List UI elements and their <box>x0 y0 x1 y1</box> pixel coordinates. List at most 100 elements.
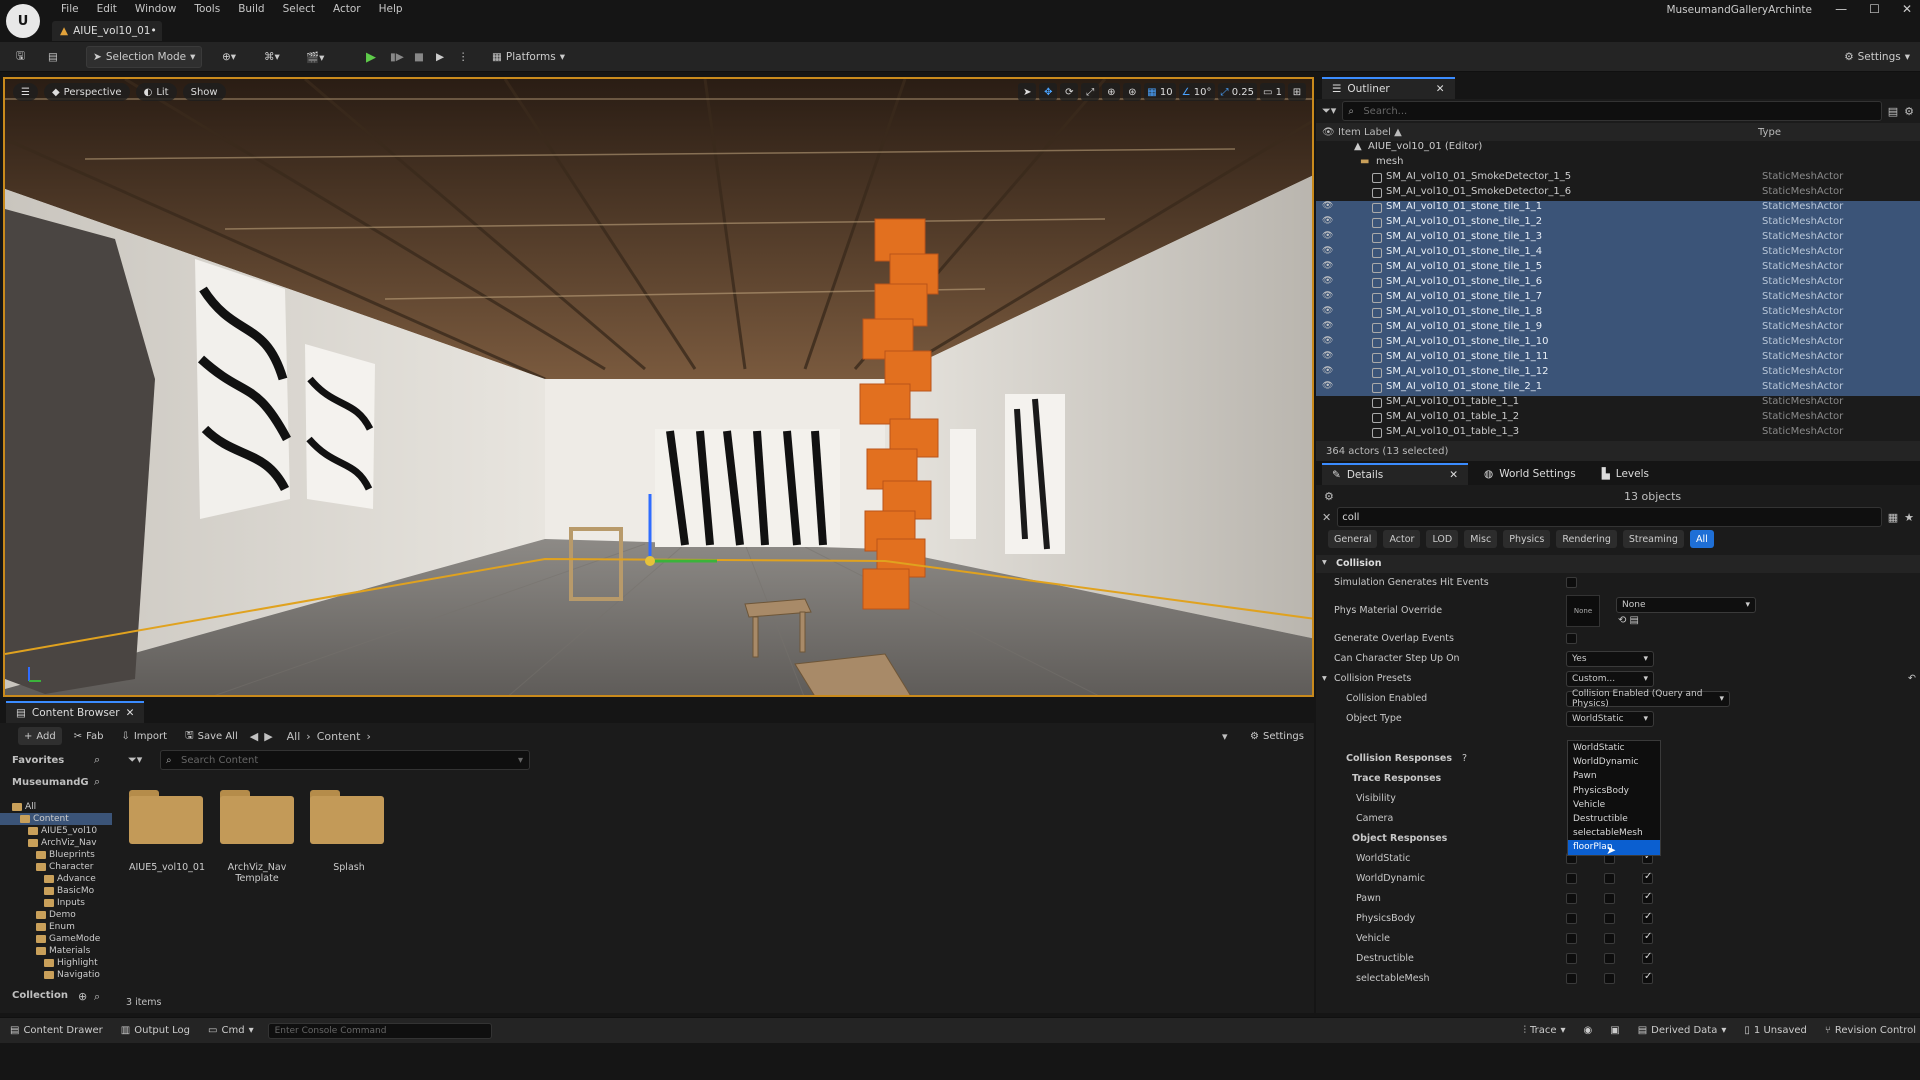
output-log-button[interactable]: ▥ Output Log <box>117 1021 194 1041</box>
dropdown-option[interactable]: WorldStatic <box>1568 741 1660 755</box>
object-type-combo[interactable]: WorldStatic ▾ <box>1566 711 1654 727</box>
project-label[interactable]: MuseumandG <box>12 777 89 788</box>
ignore-checkbox[interactable] <box>1566 953 1577 964</box>
phys-material-thumbnail[interactable]: None <box>1566 595 1600 627</box>
overlap-checkbox[interactable] <box>1566 633 1577 644</box>
chevron-down-icon[interactable]: ▾ <box>1322 673 1327 684</box>
category-rendering[interactable]: Rendering <box>1556 530 1617 548</box>
menu-edit[interactable]: Edit <box>88 3 126 15</box>
selection-mode-button[interactable]: ➤ Selection Mode ▾ <box>86 46 203 68</box>
phys-material-combo[interactable]: None ▾ <box>1616 597 1756 613</box>
reset-icon[interactable]: ↶ <box>1908 673 1916 684</box>
tab-world-settings[interactable]: ◍ World Settings <box>1474 468 1586 480</box>
add-actor-icon[interactable]: ⊕▾ <box>216 46 242 68</box>
category-misc[interactable]: Misc <box>1464 530 1498 548</box>
add-folder-icon[interactable]: ▤ <box>1888 105 1898 118</box>
trace-button[interactable]: ⫶ Trace ▾ <box>1519 1021 1569 1041</box>
outliner-root-row[interactable]: ▲ AIUE_vol10_01 (Editor) <box>1316 141 1920 156</box>
add-button[interactable]: + Add <box>18 727 62 745</box>
menu-build[interactable]: Build <box>229 3 273 15</box>
search-icon[interactable]: ⌕ <box>94 775 100 789</box>
outliner-row[interactable]: 👁 SM_AI_vol10_01_stone_tile_1_6 StaticMesh… <box>1316 276 1920 291</box>
eye-icon[interactable]: 👁 <box>1322 261 1333 271</box>
derived-data-button[interactable]: ▤ Derived Data ▾ <box>1634 1021 1731 1041</box>
category-physics[interactable]: Physics <box>1503 530 1551 548</box>
outliner-row[interactable]: 👁 SM_AI_vol10_01_stone_tile_1_9 StaticMesh… <box>1316 321 1920 336</box>
step-icon[interactable]: ▮▶ <box>384 46 410 68</box>
import-button[interactable]: ⇩ Import <box>115 727 173 745</box>
visibility-column-icon[interactable]: 👁 <box>1322 127 1335 138</box>
eye-icon[interactable]: 👁 <box>1322 381 1333 391</box>
browse-asset-icon[interactable]: ⟲ ▤ <box>1618 615 1639 626</box>
tab-details[interactable]: ✎ Details ✕ <box>1322 463 1469 485</box>
overlap-checkbox[interactable] <box>1604 933 1615 944</box>
tab-levels[interactable]: ▙ Levels <box>1592 468 1659 480</box>
eye-icon[interactable]: 👁 <box>1322 291 1333 301</box>
asset-folder[interactable] <box>220 788 294 844</box>
settings-button[interactable]: ⚙ Settings ▾ <box>1838 46 1916 68</box>
dropdown-option[interactable]: WorldDynamic <box>1568 755 1660 769</box>
folder-tree-item[interactable]: Blueprints <box>0 849 112 861</box>
type-column[interactable]: Type <box>1758 127 1781 138</box>
category-lod[interactable]: LOD <box>1426 530 1459 548</box>
outliner-row[interactable]: 👁 SM_AI_vol10_01_stone_tile_1_3 StaticMesh… <box>1316 231 1920 246</box>
menu-window[interactable]: Window <box>126 3 185 15</box>
show-button[interactable]: Show <box>182 83 226 101</box>
eye-icon[interactable]: 👁 <box>1322 276 1333 286</box>
folder-tree-item[interactable]: Enum <box>0 921 112 933</box>
overlap-checkbox[interactable] <box>1604 893 1615 904</box>
level-viewport[interactable]: ☰ ◆ Perspective ◐ Lit Show ➤ ✥ ⟳ ⤢ ⊕ ⊛ ▦ 1… <box>3 77 1314 697</box>
outliner-folder-row[interactable]: ▬ mesh <box>1316 156 1920 171</box>
help-icon[interactable]: ? <box>1462 753 1467 764</box>
blueprint-icon[interactable]: ⌘▾ <box>258 46 286 68</box>
block-checkbox[interactable] <box>1642 951 1653 964</box>
outliner-row[interactable]: SM_AI_vol10_01_table_1_3 StaticMeshActor <box>1316 426 1920 441</box>
scale-tool-icon[interactable]: ⤢ <box>1081 83 1100 101</box>
favorites-label[interactable]: Favorites <box>12 755 64 766</box>
overlap-checkbox[interactable] <box>1604 873 1615 884</box>
platforms-button[interactable]: ▦ Platforms ▾ <box>486 46 571 68</box>
collision-enabled-combo[interactable]: Collision Enabled (Query and Physics) ▾ <box>1566 689 1730 709</box>
revision-control-button[interactable]: ⑂ Revision Control <box>1821 1021 1920 1041</box>
eye-icon[interactable]: 👁 <box>1322 321 1333 331</box>
level-document-tab[interactable]: ▲ AIUE_vol10_01• <box>52 21 162 41</box>
rotate-tool-icon[interactable]: ⟳ <box>1060 83 1079 101</box>
dropdown-option[interactable]: Vehicle <box>1568 798 1660 812</box>
block-checkbox[interactable] <box>1642 891 1653 904</box>
lit-button[interactable]: ◐ Lit <box>135 83 177 101</box>
viewport-menu-button[interactable]: ☰ <box>13 83 38 101</box>
record-icon[interactable]: ◉ <box>1580 1021 1597 1041</box>
maximize-icon[interactable]: ☐ <box>1869 2 1880 16</box>
chevron-down-icon[interactable]: ▾ <box>1222 730 1228 743</box>
folder-tree-item[interactable]: Materials <box>0 945 112 957</box>
sim-hit-checkbox[interactable] <box>1566 577 1577 588</box>
unsaved-button[interactable]: ▯ 1 Unsaved <box>1740 1021 1810 1041</box>
history-icon[interactable]: ◀ <box>250 730 258 743</box>
eye-icon[interactable]: 👁 <box>1322 216 1333 226</box>
outliner-row[interactable]: 👁 SM_AI_vol10_01_stone_tile_2_1 StaticMesh… <box>1316 381 1920 396</box>
eye-icon[interactable]: 👁 <box>1322 231 1333 241</box>
outliner-row[interactable]: SM_AI_vol10_01_SmokeDetector_1_5 StaticMe… <box>1316 171 1920 186</box>
world-space-icon[interactable]: ⊕ <box>1102 83 1121 101</box>
unreal-logo-icon[interactable]: U <box>6 4 40 38</box>
folder-tree-item[interactable]: BasicMo <box>0 885 112 897</box>
outliner-row[interactable]: 👁 SM_AI_vol10_01_stone_tile_1_10 StaticMes… <box>1316 336 1920 351</box>
eye-icon[interactable]: 👁 <box>1322 351 1333 361</box>
outliner-search-input[interactable]: ⌕ Search... <box>1342 101 1882 121</box>
tab-outliner[interactable]: ☰ Outliner ✕ <box>1322 77 1455 99</box>
overlap-checkbox[interactable] <box>1604 953 1615 964</box>
category-general[interactable]: General <box>1328 530 1378 548</box>
menu-actor[interactable]: Actor <box>324 3 370 15</box>
outliner-row[interactable]: SM_AI_vol10_01_table_1_2 StaticMeshActor <box>1316 411 1920 426</box>
asset-folder[interactable] <box>129 788 203 844</box>
eye-icon[interactable]: 👁 <box>1322 366 1333 376</box>
folder-tree-item[interactable]: Inputs <box>0 897 112 909</box>
folder-tree-item[interactable]: Navigatio <box>0 969 112 981</box>
breadcrumb-all[interactable]: All <box>287 730 301 743</box>
outliner-row[interactable]: 👁 SM_AI_vol10_01_stone_tile_1_7 StaticMesh… <box>1316 291 1920 306</box>
overlap-checkbox[interactable] <box>1604 973 1615 984</box>
outliner-row[interactable]: SM_AI_vol10_01_SmokeDetector_1_6 StaticMe… <box>1316 186 1920 201</box>
scale-snap-button[interactable]: ⤢ 0.25 <box>1217 83 1257 101</box>
presets-combo[interactable]: Custom... ▾ <box>1566 671 1654 687</box>
perspective-button[interactable]: ◆ Perspective <box>43 83 130 101</box>
